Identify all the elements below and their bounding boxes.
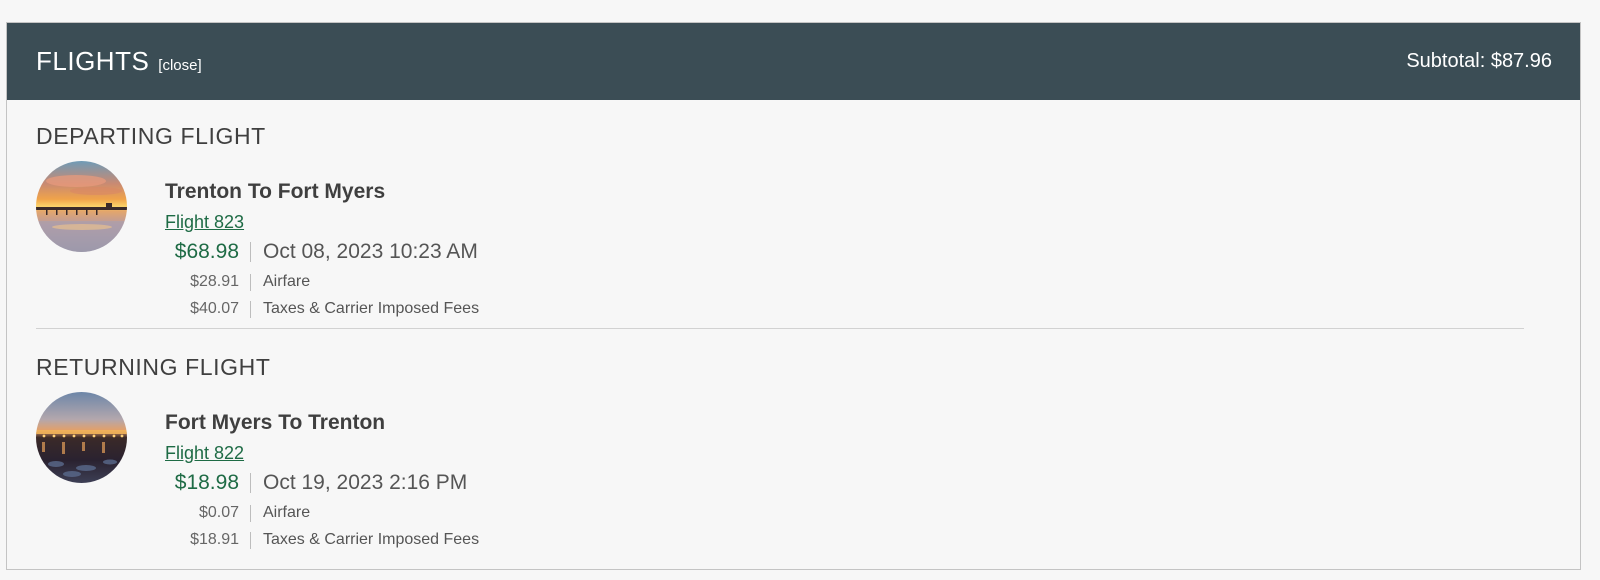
returning-airfare-label: Airfare	[263, 504, 311, 521]
separator	[250, 531, 251, 549]
departing-destination-photo	[36, 161, 127, 252]
departing-fees-row: $40.07 Taxes & Carrier Imposed Fees	[36, 300, 479, 318]
flights-title: FLIGHTS	[36, 46, 150, 76]
separator	[250, 242, 251, 262]
flights-header: FLIGHTS [close] Subtotal: $87.96	[7, 23, 1580, 100]
departing-airfare-label: Airfare	[263, 273, 311, 290]
returning-fees-row: $18.91 Taxes & Carrier Imposed Fees	[36, 531, 479, 549]
returning-destination-photo	[36, 392, 127, 483]
returning-total-price: $18.98	[174, 471, 239, 494]
departing-section-title: DEPARTING FLIGHT	[36, 123, 266, 149]
departing-fees-label: Taxes & Carrier Imposed Fees	[263, 300, 480, 317]
returning-airfare-row: $0.07 Airfare	[36, 504, 310, 522]
separator	[250, 473, 251, 493]
section-divider	[36, 328, 1524, 329]
returning-fees-amount: $18.91	[190, 531, 239, 548]
sunset-pier-image	[36, 161, 127, 252]
subtotal-text: Subtotal: $87.96	[1406, 50, 1552, 72]
returning-section-title: RETURNING FLIGHT	[36, 354, 271, 380]
departing-route: Trenton To Fort Myers	[165, 180, 386, 203]
departing-airfare-row: $28.91 Airfare	[36, 273, 310, 291]
departing-flight-link[interactable]: Flight 823	[165, 212, 244, 233]
returning-route: Fort Myers To Trenton	[165, 411, 386, 434]
returning-airfare-amount: $0.07	[198, 504, 239, 521]
departing-summary-row: $68.98 Oct 08, 2023 10:23 AM	[36, 240, 478, 264]
departing-total-price: $68.98	[174, 240, 239, 263]
returning-summary-row: $18.98 Oct 19, 2023 2:16 PM	[36, 471, 468, 495]
returning-fees-label: Taxes & Carrier Imposed Fees	[263, 531, 480, 548]
separator	[250, 504, 251, 522]
night-bridge-image	[36, 392, 127, 483]
returning-datetime: Oct 19, 2023 2:16 PM	[263, 471, 468, 494]
separator	[250, 300, 251, 318]
close-link[interactable]: [close]	[158, 57, 201, 74]
separator	[250, 273, 251, 291]
departing-datetime: Oct 08, 2023 10:23 AM	[263, 240, 478, 263]
header-left: FLIGHTS [close]	[36, 46, 202, 77]
returning-flight-link[interactable]: Flight 822	[165, 443, 244, 464]
departing-airfare-amount: $28.91	[190, 273, 239, 290]
departing-fees-amount: $40.07	[190, 300, 239, 317]
flights-panel: FLIGHTS [close] Subtotal: $87.96 DEPARTI…	[6, 22, 1581, 570]
